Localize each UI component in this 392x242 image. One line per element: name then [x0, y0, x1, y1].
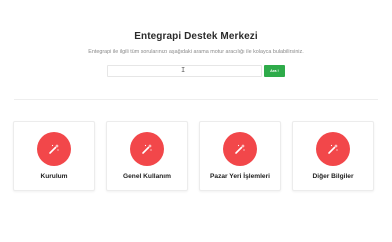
category-icon-circle [316, 132, 350, 166]
category-label: Pazar Yeri İşlemleri [210, 173, 270, 180]
magic-wand-icon [235, 144, 245, 154]
category-card-kurulum[interactable]: Kurulum [13, 121, 95, 191]
hero-section: Entegrapi Destek Merkezi Entegrapi ile i… [0, 0, 392, 100]
category-card-genel-kullanim[interactable]: Genel Kullanım [106, 121, 188, 191]
category-icon-circle [37, 132, 71, 166]
magic-wand-icon [328, 144, 338, 154]
category-card-diger-bilgiler[interactable]: Diğer Bilgiler [292, 121, 374, 191]
page-subtitle: Entegrapi ile ilgili tüm sorularınızı aş… [88, 49, 304, 55]
category-icon-circle [130, 132, 164, 166]
category-icon-circle [223, 132, 257, 166]
search-button[interactable]: Ara ! [264, 65, 285, 77]
page-title: Entegrapi Destek Merkezi [134, 31, 258, 42]
category-card-pazar-yeri[interactable]: Pazar Yeri İşlemleri [199, 121, 281, 191]
category-label: Genel Kullanım [123, 173, 171, 180]
text-cursor-icon: I [181, 66, 186, 74]
category-label: Kurulum [40, 173, 68, 180]
magic-wand-icon [142, 144, 152, 154]
section-divider [14, 99, 378, 100]
search-bar: I Ara ! [107, 65, 285, 77]
category-label: Diğer Bilgiler [312, 173, 354, 180]
magic-wand-icon [49, 144, 59, 154]
category-cards: Kurulum Genel Kullanım Pazar Yeri İşleml… [0, 121, 392, 193]
